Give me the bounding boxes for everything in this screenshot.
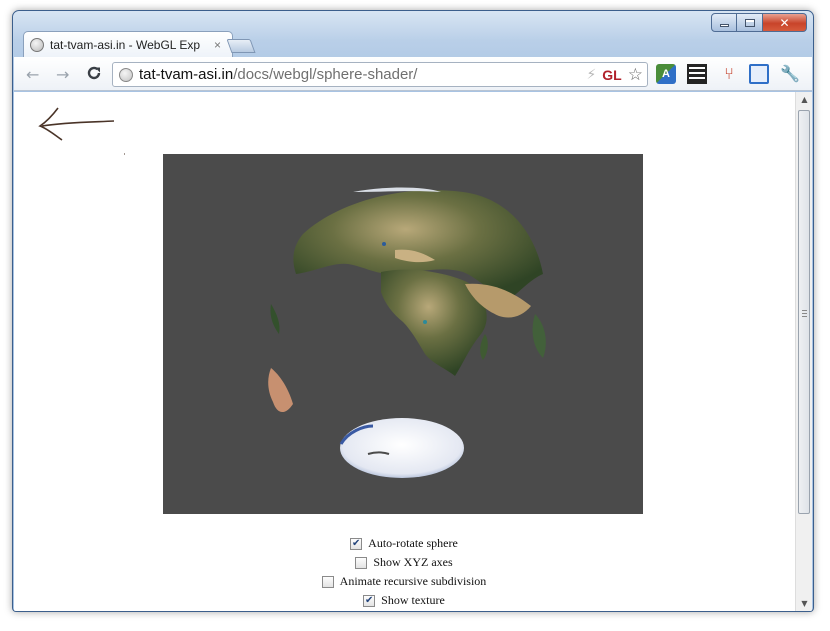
new-tab-button[interactable] <box>226 39 256 53</box>
fork-icon[interactable]: ⑂ <box>719 64 739 84</box>
url-host: tat-tvam-asi.in <box>139 66 234 83</box>
show-texture-checkbox[interactable]: ✔ <box>363 594 376 607</box>
show-texture-label: Show texture <box>381 593 445 607</box>
auto-rotate-label: Auto-rotate sphere <box>368 536 458 550</box>
webgl-badge[interactable]: GL <box>602 67 621 83</box>
bookmark-star-icon[interactable]: ☆ <box>628 65 643 85</box>
close-window-button[interactable]: ✕ <box>763 13 807 32</box>
qr-code-icon[interactable] <box>687 64 707 84</box>
url-path: /docs/webgl/sphere-shader/ <box>233 66 418 83</box>
control-auto-rotate[interactable]: ✔ Auto-rotate sphere <box>14 534 794 553</box>
browser-tab[interactable]: tat-tvam-asi.in - WebGL Exp × <box>23 31 233 57</box>
window-controls: ✕ <box>711 13 807 32</box>
sphere-controls: ✔ Auto-rotate sphere Show XYZ axes Anima… <box>14 534 794 610</box>
webgl-canvas[interactable] <box>163 154 643 514</box>
minimize-icon <box>719 24 729 27</box>
earth-sphere <box>268 187 546 478</box>
maximize-button[interactable] <box>737 13 763 32</box>
wrench-icon[interactable]: 🔧 <box>780 64 800 84</box>
grip-icon <box>802 309 807 317</box>
animate-subdivision-label: Animate recursive subdivision <box>339 574 487 588</box>
translate-icon[interactable]: A <box>656 64 676 84</box>
control-show-axes[interactable]: Show XYZ axes <box>14 553 794 572</box>
back-button[interactable]: ← <box>26 65 39 84</box>
omnibox-actions: ⚡ GL ☆ <box>586 65 643 85</box>
fullscreen-icon[interactable] <box>749 64 769 84</box>
reload-icon <box>87 66 101 80</box>
minimize-button[interactable] <box>711 13 737 32</box>
forward-button[interactable]: → <box>56 65 69 84</box>
lightning-icon[interactable]: ⚡ <box>586 67 596 83</box>
show-axes-label: Show XYZ axes <box>373 555 453 569</box>
toolbar: ← → tat-tvam-asi.in/docs/webgl/sphere-sh… <box>14 57 812 91</box>
animate-subdivision-checkbox[interactable] <box>321 575 334 588</box>
globe-icon <box>30 37 44 52</box>
tab-close-icon[interactable]: × <box>214 38 221 52</box>
maximize-icon <box>744 18 755 27</box>
control-show-texture[interactable]: ✔ Show texture <box>14 591 794 610</box>
auto-rotate-checkbox[interactable]: ✔ <box>350 537 363 550</box>
tab-title: tat-tvam-asi.in - WebGL Exp <box>50 37 201 52</box>
scroll-up-arrow-icon[interactable]: ▲ <box>796 92 812 108</box>
page-viewport: ✔ Auto-rotate sphere Show XYZ axes Anima… <box>14 92 812 611</box>
back-arrow-icon[interactable] <box>36 102 136 162</box>
browser-window: ✕ tat-tvam-asi.in - WebGL Exp × ← → tat-… <box>12 10 814 612</box>
control-animate-subdivision[interactable]: Animate recursive subdivision <box>14 572 794 591</box>
scrollbar-thumb[interactable] <box>798 110 810 514</box>
reload-button[interactable] <box>86 65 102 85</box>
address-bar[interactable]: tat-tvam-asi.in/docs/webgl/sphere-shader… <box>112 62 648 87</box>
vertical-scrollbar[interactable]: ▲ ▼ <box>795 92 812 611</box>
show-axes-checkbox[interactable] <box>355 556 368 569</box>
page-info-icon[interactable] <box>119 67 133 82</box>
scroll-down-arrow-icon[interactable]: ▼ <box>796 596 812 611</box>
